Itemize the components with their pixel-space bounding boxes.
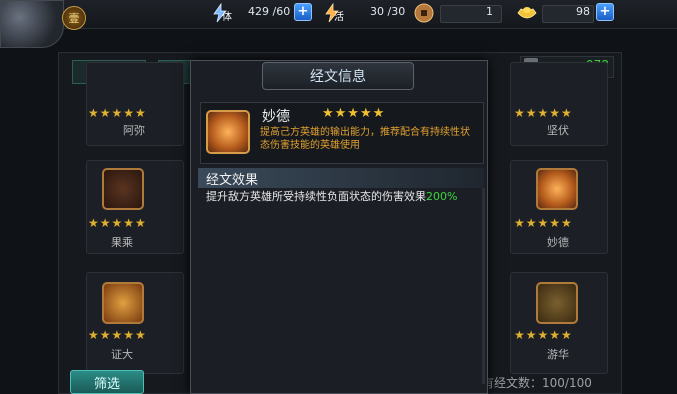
level-badge: 壹 [62,6,86,30]
card-name: 妙德 [547,236,569,249]
coin-value: 1 [486,5,493,18]
dialog-scrollbar[interactable] [482,188,485,384]
effect-description: 提升敌方英雄所受持续性负面状态的伤害效果200% [206,190,478,204]
stamina-value: 429 /60 [248,5,291,18]
ingot-icon [516,3,537,23]
card-stars: ★★★★★ [88,328,147,342]
coin-icon [414,3,434,23]
stamina-label: 体 [222,12,232,23]
scripture-icon [536,282,578,324]
add-stamina-button[interactable]: + [294,3,312,21]
scripture-emblem-icon [206,110,250,154]
scripture-icon [102,282,144,324]
effect-title: 经文效果 [206,173,259,188]
vitality-label: 活 [334,12,344,23]
card-stars: ★★★★★ [514,106,573,120]
effect-text: 提升敌方英雄所受持续性负面状态的伤害效果 [206,190,426,203]
scripture-icon [536,168,578,210]
card-name: 阿弥 [123,124,145,137]
card-stars: ★★★★★ [88,106,147,120]
owned-count: 拥有经文数：100/100 [470,376,592,390]
card-name: 坚伏 [547,124,569,137]
vitality-value: 30 /30 [370,5,406,18]
add-ingot-button[interactable]: + [596,3,614,21]
effect-value: 200% [426,190,458,203]
player-avatar[interactable] [0,0,64,48]
scripture-stars: ★★★★★ [322,106,386,121]
scripture-description: 提高己方英雄的输出能力，推荐配合有持续性状态伤害技能的英雄使用 [260,127,470,151]
dialog-title-plate: 经文信息 [262,62,414,90]
filter-button[interactable]: 筛选 [70,370,144,394]
card-name: 游华 [547,348,569,361]
scripture-name: 妙德 [262,109,290,125]
card-name: 证大 [111,348,133,361]
card-stars: ★★★★★ [514,216,573,230]
card-stars: ★★★★★ [88,216,147,230]
scripture-icon [102,168,144,210]
card-name: 果乘 [111,236,133,249]
ingot-value: 98 [576,5,590,18]
dialog-title: 经文信息 [310,69,366,85]
card-stars: ★★★★★ [514,328,573,342]
